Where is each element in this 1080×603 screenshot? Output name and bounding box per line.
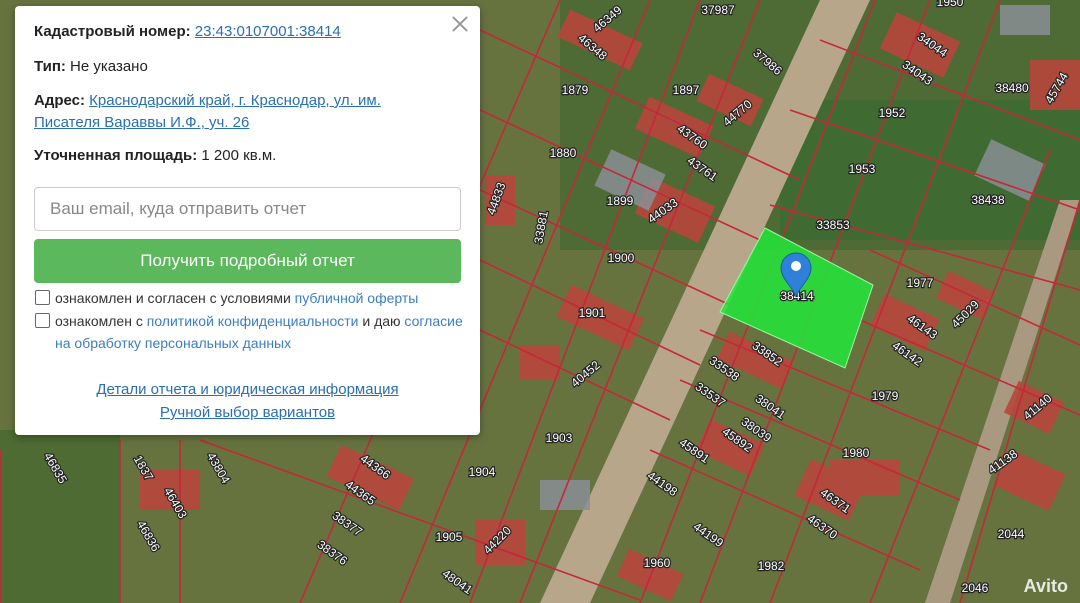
plot-label: 1879: [562, 83, 589, 97]
type-row: Тип: Не указано: [34, 56, 148, 78]
plot-label: 2044: [998, 527, 1025, 541]
plot-label: 33853: [816, 218, 850, 232]
manual-link-row: Ручной выбор вариантов: [15, 404, 480, 421]
plot-label: 2046: [962, 581, 989, 595]
cadastral-number-link[interactable]: 23:43:0107001:38414: [195, 23, 341, 40]
offer-consent-text: ознакомлен и согласен с условиями публич…: [55, 287, 418, 309]
plot-label: 1980: [843, 446, 870, 460]
plot-label: 1904: [469, 465, 496, 479]
plot-label: 1903: [546, 431, 573, 445]
plot-label: 1899: [607, 194, 634, 208]
plot-label: 1901: [579, 306, 606, 320]
plot-label: 1905: [436, 530, 463, 544]
privacy-consent-label: ознакомлен с: [55, 313, 143, 329]
address-label: Адрес:: [34, 92, 85, 109]
plot-label: 38480: [995, 81, 1029, 95]
plot-label: 1953: [849, 162, 876, 176]
address-row: Адрес: Краснодарский край, г. Краснодар,…: [34, 90, 381, 134]
offer-checkbox[interactable]: [35, 290, 50, 305]
cadastral-number-label: Кадастровый номер:: [34, 23, 191, 40]
plot-label: 1960: [644, 556, 671, 570]
area-value: 1 200 кв.м.: [201, 147, 277, 164]
plot-label: 1897: [673, 83, 700, 97]
plot-label: 37987: [701, 3, 735, 17]
plot-label: 1900: [608, 251, 635, 265]
plot-label: 1979: [872, 389, 899, 403]
email-input[interactable]: [34, 187, 461, 231]
report-details-link[interactable]: Детали отчета и юридическая информация: [96, 381, 398, 398]
cadastral-info-panel: Кадастровый номер: 23:43:0107001:38414 Т…: [15, 6, 480, 435]
details-link-row: Детали отчета и юридическая информация: [15, 381, 480, 398]
type-label: Тип:: [34, 58, 66, 75]
plot-label: 38438: [971, 193, 1005, 207]
plot-label: 1977: [907, 276, 934, 290]
address-link-line1[interactable]: Краснодарский край, г. Краснодар, ул. им…: [89, 92, 381, 109]
cadastral-number-row: Кадастровый номер: 23:43:0107001:38414: [34, 21, 341, 43]
area-row: Уточненная площадь: 1 200 кв.м.: [34, 145, 276, 167]
privacy-policy-link[interactable]: политикой конфиденциальности: [147, 313, 359, 329]
plot-label: 1880: [550, 146, 577, 160]
plot-label: 1952: [879, 106, 906, 120]
privacy-checkbox[interactable]: [35, 313, 50, 328]
plot-label: 1950: [937, 0, 964, 9]
plot-label: 1982: [758, 559, 785, 573]
close-icon[interactable]: [450, 14, 470, 34]
type-value: Не указано: [70, 58, 148, 75]
avito-watermark: Avito: [1023, 576, 1068, 596]
privacy-consent-text: ознакомлен с политикой конфиденциальност…: [55, 310, 465, 354]
manual-selection-link[interactable]: Ручной выбор вариантов: [160, 404, 335, 421]
get-report-button[interactable]: Получить подробный отчет: [34, 239, 461, 283]
area-label: Уточненная площадь:: [34, 147, 198, 164]
offer-consent-label: ознакомлен и согласен с условиями: [55, 290, 291, 306]
public-offer-link[interactable]: публичной оферты: [295, 290, 419, 306]
privacy-consent-label-2: и даю: [362, 313, 401, 329]
address-link-line2[interactable]: Писателя Вараввы И.Ф., уч. 26: [34, 114, 249, 131]
